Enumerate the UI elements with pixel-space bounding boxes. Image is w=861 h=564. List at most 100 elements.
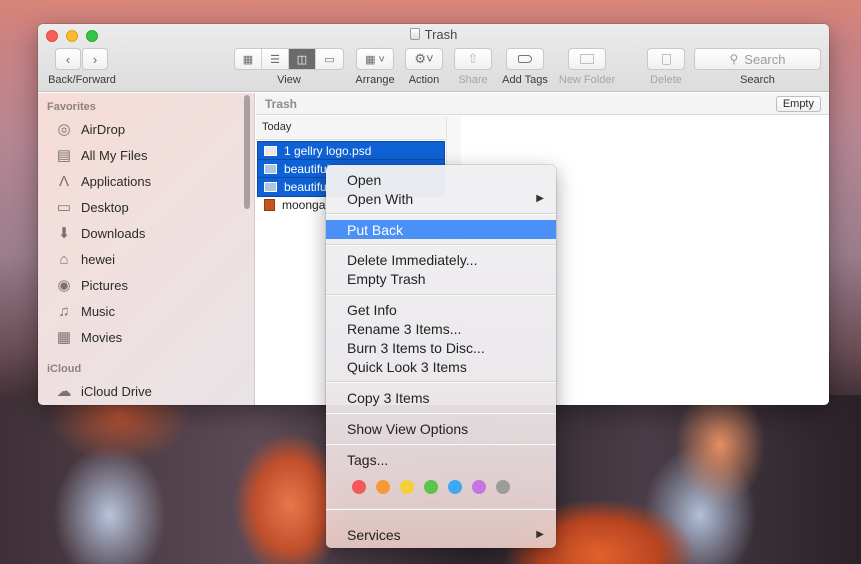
window-title-text: Trash: [424, 27, 458, 42]
menu-item-empty-trash[interactable]: Empty Trash: [326, 269, 556, 288]
back-button[interactable]: ‹: [55, 48, 81, 70]
menu-item-tags[interactable]: Tags...: [326, 450, 556, 469]
sidebar-item-applications[interactable]: Λ Applications: [54, 170, 151, 192]
columns-icon: ◫: [296, 53, 308, 66]
column-view-button[interactable]: ◫: [289, 49, 316, 69]
menu-item-get-info[interactable]: Get Info: [326, 300, 556, 319]
sidebar-item-label: AirDrop: [81, 121, 126, 137]
menu-separator: [326, 213, 556, 215]
gear-icon: ⚙˅: [414, 51, 434, 66]
search-field[interactable]: ⚲ Search: [694, 48, 821, 70]
sidebar-item-movies[interactable]: ▦ Movies: [54, 326, 122, 348]
image-file-icon: [264, 199, 275, 211]
image-file-icon: [264, 182, 277, 192]
icon-view-button[interactable]: ▦: [235, 49, 262, 69]
camera-icon: ◉: [57, 277, 71, 294]
path-title: Trash: [265, 97, 298, 111]
new-folder-button[interactable]: [568, 48, 606, 70]
new-folder-icon: [580, 54, 594, 64]
forward-button[interactable]: ›: [82, 48, 108, 70]
image-file-icon: [264, 164, 277, 174]
share-icon: ⇧: [467, 51, 479, 66]
menu-item-label: Get Info: [347, 301, 397, 318]
menu-item-put-back[interactable]: Put Back: [326, 220, 556, 239]
sidebar-item-label: hewei: [81, 251, 115, 267]
menu-item-copy[interactable]: Copy 3 Items: [326, 388, 556, 407]
delete-label: Delete: [650, 74, 682, 86]
delete-button[interactable]: [647, 48, 685, 70]
file-name: 1 gellry logo.psd: [284, 144, 372, 158]
add-tags-button[interactable]: [506, 48, 544, 70]
menu-separator: [326, 412, 556, 414]
sidebar-item-music[interactable]: ♫ Music: [54, 300, 115, 322]
sidebar-item-label: Pictures: [81, 277, 128, 293]
menu-item-label: Put Back: [347, 221, 404, 238]
menu-item-label: Show View Options: [347, 420, 469, 437]
desktop-icon: ▭: [56, 199, 72, 216]
tag-color-green[interactable]: [424, 480, 438, 494]
menu-item-label: Open With: [347, 190, 414, 207]
menu-item-rename[interactable]: Rename 3 Items...: [326, 319, 556, 338]
trash-icon: [661, 53, 671, 65]
search-placeholder: Search: [744, 51, 786, 67]
cloud-icon: ☁: [56, 383, 72, 400]
tag-color-gray[interactable]: [496, 480, 510, 494]
chevron-right-icon: ›: [92, 51, 98, 67]
downloads-icon: ⬇: [57, 225, 71, 242]
menu-item-open-with[interactable]: Open With ▶: [326, 189, 556, 208]
menu-item-open[interactable]: Open: [326, 170, 556, 189]
menu-item-label: Quick Look 3 Items: [347, 358, 467, 375]
arrange-grid-icon: ▦ ˅: [365, 53, 385, 66]
menu-item-services[interactable]: Services ▶: [326, 525, 556, 544]
sidebar-item-pictures[interactable]: ◉ Pictures: [54, 274, 128, 296]
psd-file-icon: [264, 146, 277, 156]
action-label: Action: [408, 74, 440, 86]
toolbar: Trash ‹ › Back/Forward ▦ ☰ ◫ ▭ View ▦ ˅ …: [38, 24, 829, 92]
path-bar: Trash Empty: [256, 93, 829, 115]
menu-separator: [326, 381, 556, 383]
menu-item-quick-look[interactable]: Quick Look 3 Items: [326, 357, 556, 376]
chevron-left-icon: ‹: [65, 51, 71, 67]
sidebar: Favorites ◎ AirDrop ▤ All My Files Λ Applic…: [38, 93, 255, 405]
menu-item-label: Empty Trash: [347, 270, 426, 287]
menu-item-label: Open: [347, 171, 382, 188]
empty-trash-button[interactable]: Empty: [775, 96, 821, 112]
search-icon: ⚲: [729, 52, 739, 66]
menu-item-label: Burn 3 Items to Disc...: [347, 339, 485, 356]
tag-color-yellow[interactable]: [400, 480, 414, 494]
tag-color-orange[interactable]: [376, 480, 390, 494]
sidebar-item-desktop[interactable]: ▭ Desktop: [54, 196, 129, 218]
menu-item-show-view-options[interactable]: Show View Options: [326, 419, 556, 438]
sidebar-scrollbar[interactable]: [244, 95, 250, 209]
tag-color-red[interactable]: [352, 480, 366, 494]
cover-flow-icon: ▭: [324, 53, 335, 66]
favorites-header: Favorites: [47, 101, 96, 113]
file-name: beautiful: [284, 162, 330, 176]
file-row[interactable]: 1 gellry logo.psd: [257, 141, 445, 161]
share-button[interactable]: ⇧: [454, 48, 492, 70]
new-folder-label: New Folder: [558, 74, 616, 86]
tag-color-purple[interactable]: [472, 480, 486, 494]
sidebar-item-icloud-drive[interactable]: ☁ iCloud Drive: [54, 380, 152, 402]
tag-color-blue[interactable]: [448, 480, 462, 494]
sidebar-item-downloads[interactable]: ⬇ Downloads: [54, 222, 146, 244]
home-icon: ⌂: [59, 250, 69, 268]
sidebar-item-label: Music: [81, 303, 115, 319]
tag-icon: [518, 55, 532, 63]
action-button[interactable]: ⚙˅: [405, 48, 443, 70]
sidebar-item-label: Applications: [81, 173, 152, 189]
view-mode-segmented-control[interactable]: ▦ ☰ ◫ ▭: [234, 48, 344, 70]
sidebar-item-airdrop[interactable]: ◎ AirDrop: [54, 118, 125, 140]
arrange-button[interactable]: ▦ ˅: [356, 48, 394, 70]
cover-flow-button[interactable]: ▭: [316, 49, 343, 69]
menu-item-delete-immediately[interactable]: Delete Immediately...: [326, 250, 556, 269]
sidebar-item-home[interactable]: ⌂ hewei: [54, 248, 115, 270]
share-label: Share: [458, 74, 488, 86]
file-name: moonga: [282, 198, 326, 212]
sidebar-item-label: iCloud Drive: [81, 383, 152, 399]
menu-item-burn-to-disc[interactable]: Burn 3 Items to Disc...: [326, 338, 556, 357]
list-view-button[interactable]: ☰: [262, 49, 289, 69]
icloud-header: iCloud: [47, 363, 82, 375]
context-menu: Open Open With ▶ Put Back Delete Immediat…: [326, 165, 556, 548]
sidebar-item-all-my-files[interactable]: ▤ All My Files: [54, 144, 148, 166]
